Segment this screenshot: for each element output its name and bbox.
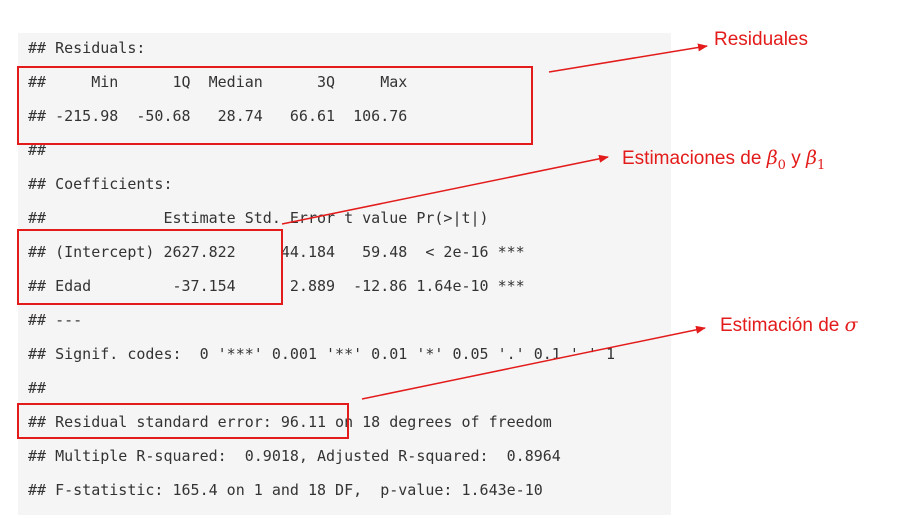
residuales-arrow (548, 43, 708, 73)
estimacion-sigma-label: Estimación de σ (720, 314, 858, 336)
sigma-arrow (361, 325, 706, 400)
estimaciones-beta-label: Estimaciones de β0 y β1 (622, 147, 826, 173)
annotation-arrows (281, 43, 708, 400)
estimaciones-arrow (281, 154, 609, 225)
residuales-label: Residuales (714, 29, 808, 50)
